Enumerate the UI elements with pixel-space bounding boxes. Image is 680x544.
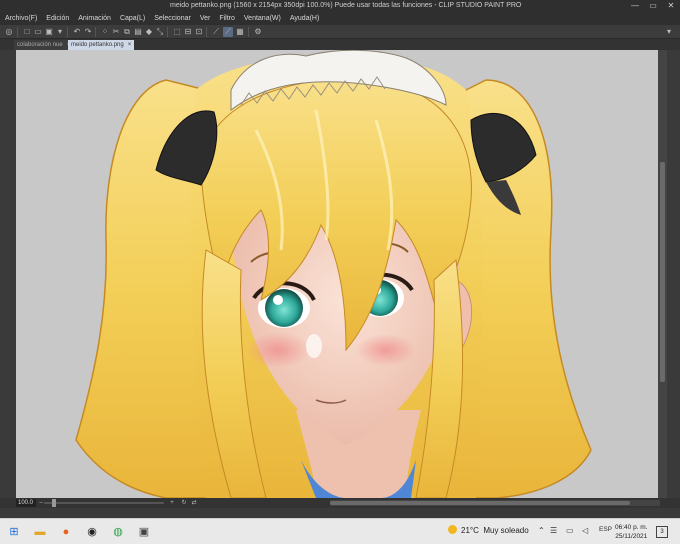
vertical-scrollbar[interactable] (658, 50, 667, 498)
menu-ver[interactable]: Ver (200, 15, 211, 22)
toolbar-divider (206, 27, 207, 37)
drawing-canvas[interactable] (16, 50, 658, 498)
settings-icon[interactable]: ⚙ (253, 27, 263, 37)
clock-time: 06:40 p. m. (615, 524, 648, 531)
transform-icon[interactable]: ⤡ (155, 27, 165, 37)
menu-capa[interactable]: Capa(L) (120, 15, 145, 22)
firefox-icon[interactable]: ● (58, 524, 74, 540)
save-dropdown-icon[interactable]: ▾ (55, 27, 65, 37)
flip-icon[interactable]: ⇄ (190, 499, 198, 507)
canvas-area (0, 50, 680, 508)
chrome-icon[interactable]: ◍ (110, 524, 126, 540)
rotate-icon[interactable]: ↻ (180, 499, 188, 507)
toolbar-divider (17, 27, 18, 37)
right-panel-edge (667, 50, 680, 508)
menu-ayuda[interactable]: Ayuda(H) (290, 15, 319, 22)
menu-bar: Archivo(F) Edición Animación Capa(L) Sel… (0, 12, 680, 25)
invert-selection-icon[interactable]: ⊟ (183, 27, 193, 37)
snap-special-ruler-icon[interactable]: ⟋ (223, 27, 233, 37)
weather-widget[interactable]: 21°C Muy soleado (448, 525, 529, 535)
undo-icon[interactable]: ↶ (72, 27, 82, 37)
photos-icon[interactable]: ▣ (136, 524, 152, 540)
battery-icon[interactable]: ▭ (566, 526, 574, 535)
volume-icon[interactable]: ◁ (582, 526, 588, 535)
left-panel-edge (0, 50, 16, 508)
menu-animacion[interactable]: Animación (78, 15, 111, 22)
tab-close-icon[interactable]: × (128, 42, 132, 48)
maximize-button[interactable]: ▭ (646, 0, 660, 12)
system-clock[interactable]: 06:40 p. m. 25/11/2021 (615, 523, 648, 541)
minimize-button[interactable]: — (628, 0, 642, 12)
language-indicator[interactable]: ESP (599, 526, 612, 533)
menu-filtro[interactable]: Filtro (219, 15, 235, 22)
left-eye-iris (265, 289, 303, 327)
nose-highlight (306, 334, 322, 358)
file-explorer-icon[interactable]: ▬ (32, 524, 48, 540)
window-title: meido pettanko.png (1560 x 2154px 350dpi… (170, 2, 522, 9)
notification-center-icon[interactable]: 3 (656, 526, 668, 538)
select-all-icon[interactable]: ⊡ (194, 27, 204, 37)
menu-edicion[interactable]: Edición (46, 15, 69, 22)
clear-icon[interactable]: ⁘ (100, 27, 110, 37)
network-icon[interactable]: ☰ (550, 526, 557, 535)
copy-icon[interactable]: ⧉ (122, 27, 132, 37)
horizontal-scrollbar[interactable] (330, 500, 660, 506)
canvas-status-bar: 100.0 – + ↻ ⇄ (0, 498, 680, 508)
deselect-icon[interactable]: ⬚ (172, 27, 182, 37)
windows-taskbar: ⊞ ▬ ● ◉ ◍ ▣ 21°C Muy soleado ⌃ ☰ ▭ ◁ ESP… (0, 518, 680, 544)
fill-icon[interactable]: ◆ (144, 27, 154, 37)
toolbar-divider (167, 27, 168, 37)
left-eye-highlight (273, 295, 283, 305)
zoom-slider[interactable] (44, 499, 164, 507)
clip-studio-taskbar-icon[interactable]: ◉ (84, 524, 100, 540)
command-bar: ◎ □ ▭ ▣ ▾ ↶ ↷ ⁘ ✂ ⧉ ▤ ◆ ⤡ ⬚ ⊟ ⊡ ⟋ ⟋ ▦ ⚙ … (0, 25, 680, 39)
toolbar-divider (248, 27, 249, 37)
weather-temp: 21°C (461, 526, 479, 535)
zoom-slider-knob[interactable] (52, 499, 56, 507)
windows-start-icon[interactable]: ⊞ (6, 524, 22, 540)
tab-label: meido pettanko.png (71, 42, 124, 48)
clock-date: 25/11/2021 (615, 533, 648, 540)
menu-ventana[interactable]: Ventana(W) (244, 15, 281, 22)
zoom-field[interactable]: 100.0 (16, 499, 36, 507)
snap-grid-icon[interactable]: ▦ (235, 27, 245, 37)
right-blush (356, 334, 416, 366)
open-file-icon[interactable]: ▭ (33, 27, 43, 37)
paste-icon[interactable]: ▤ (133, 27, 143, 37)
panel-toggle-icon[interactable]: ▾ (664, 27, 674, 37)
scroll-thumb[interactable] (330, 501, 630, 505)
weather-desc: Muy soleado (483, 526, 529, 535)
toolbar-divider (95, 27, 96, 37)
toolbar-divider (67, 27, 68, 37)
menu-seleccionar[interactable]: Seleccionar (154, 15, 191, 22)
redo-icon[interactable]: ↷ (83, 27, 93, 37)
left-blush (246, 332, 310, 368)
snap-ruler-icon[interactable]: ⟋ (211, 27, 221, 37)
close-button[interactable]: ✕ (664, 0, 678, 12)
menu-archivo[interactable]: Archivo(F) (5, 15, 37, 22)
tab-meido-pettanko[interactable]: meido pettanko.png × (68, 40, 135, 50)
save-icon[interactable]: ▣ (44, 27, 54, 37)
scroll-thumb[interactable] (660, 162, 665, 382)
tab-label: colaboración nue (17, 42, 63, 48)
sun-icon (448, 525, 457, 534)
artwork-illustration (75, 50, 592, 498)
canvas-tabs: colaboración nue× meido pettanko.png × (0, 39, 680, 50)
clip-studio-icon[interactable]: ◎ (4, 27, 14, 37)
tab-colaboracion[interactable]: colaboración nue× (14, 40, 74, 50)
cut-icon[interactable]: ✂ (111, 27, 121, 37)
new-file-icon[interactable]: □ (22, 27, 32, 37)
title-bar: meido pettanko.png (1560 x 2154px 350dpi… (0, 0, 680, 12)
clip-studio-window: meido pettanko.png (1560 x 2154px 350dpi… (0, 0, 680, 544)
zoom-in-icon[interactable]: + (168, 499, 176, 507)
tray-overflow-icon[interactable]: ⌃ (538, 526, 545, 535)
